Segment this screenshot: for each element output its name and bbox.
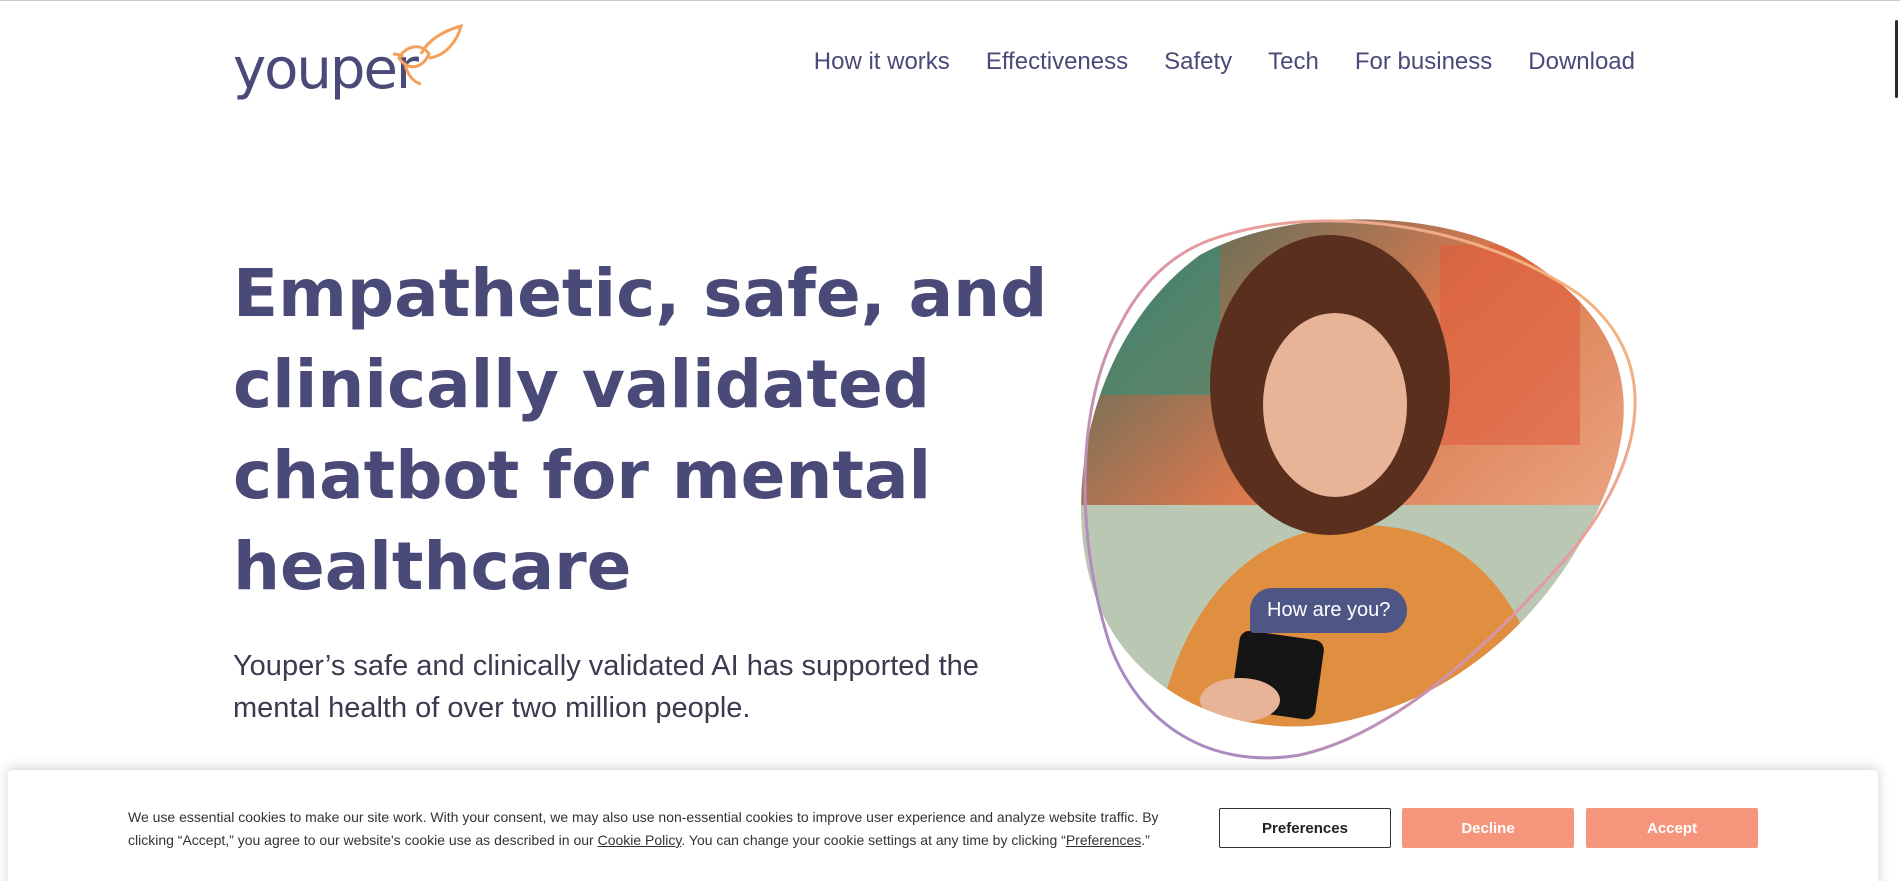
top-border	[0, 0, 1900, 1]
accept-button[interactable]: Accept	[1586, 808, 1758, 848]
main-nav: How it works Effectiveness Safety Tech F…	[814, 48, 1635, 76]
cookie-banner: We use essential cookies to make our sit…	[8, 770, 1878, 881]
scrollbar[interactable]	[1895, 20, 1898, 98]
hero-title: Empathetic, safe, and clinically validat…	[233, 255, 1048, 605]
chat-bubble: How are you?	[1250, 588, 1408, 633]
preferences-button[interactable]: Preferences	[1219, 808, 1391, 848]
logo[interactable]: youper	[233, 24, 463, 108]
nav-effectiveness[interactable]: Effectiveness	[986, 48, 1128, 76]
hero-subtitle: Youper’s safe and clinically validated A…	[233, 650, 979, 724]
cookie-message: We use essential cookies to make our sit…	[128, 806, 1168, 852]
logo-wordmark: youper	[233, 37, 419, 102]
hero-image: How are you?	[1060, 215, 1660, 765]
nav-safety[interactable]: Safety	[1164, 48, 1232, 76]
decline-button[interactable]: Decline	[1402, 808, 1574, 848]
cookie-policy-link[interactable]: Cookie Policy	[598, 832, 682, 848]
page: youper How it works Effectiveness Safety…	[0, 0, 1900, 881]
preferences-link[interactable]: Preferences	[1066, 832, 1141, 848]
nav-tech[interactable]: Tech	[1268, 48, 1319, 76]
cookie-text-part2: . You can change your cookie settings at…	[681, 832, 1066, 848]
nav-how-it-works[interactable]: How it works	[814, 48, 950, 76]
nav-for-business[interactable]: For business	[1355, 48, 1492, 76]
cookie-text-part3: .”	[1141, 832, 1150, 848]
nav-download[interactable]: Download	[1528, 48, 1635, 76]
bird-logo-icon	[392, 24, 463, 86]
woman-with-phone-photo	[1081, 219, 1637, 760]
